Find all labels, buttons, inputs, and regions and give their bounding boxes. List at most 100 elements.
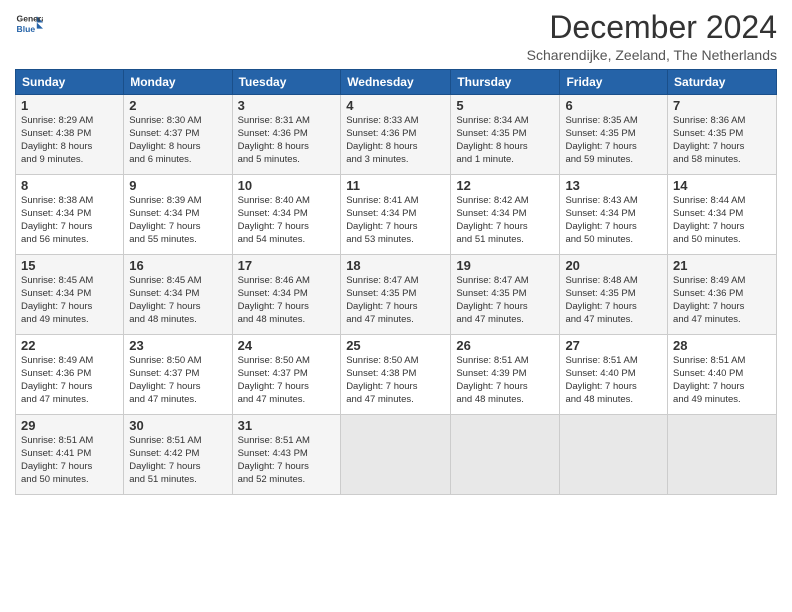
day-detail: Sunrise: 8:51 AMSunset: 4:39 PMDaylight:… [456,355,554,406]
day-number: 2 [129,98,226,113]
day-number: 15 [21,258,118,273]
calendar-body: 1 Sunrise: 8:29 AMSunset: 4:38 PMDaylight… [16,95,777,495]
day-number: 29 [21,418,118,433]
day-cell: 12Sunrise: 8:42 AMSunset: 4:34 PMDayligh… [451,175,560,255]
day-cell: 25 Sunrise: 8:50 AMSunset: 4:38 PMDayligh… [341,335,451,415]
day-detail: Sunrise: 8:44 AMSunset: 4:34 PMDaylight:… [673,195,771,246]
calendar-table: SundayMondayTuesdayWednesdayThursdayFrid… [15,69,777,495]
day-detail: Sunrise: 8:47 AMSunset: 4:35 PMDaylight:… [346,275,445,326]
day-cell: 23Sunrise: 8:50 AMSunset: 4:37 PMDayligh… [124,335,232,415]
day-cell: 24 Sunrise: 8:50 AMSunset: 4:37 PMDayligh… [232,335,341,415]
header-cell-thursday: Thursday [451,70,560,95]
day-detail: Sunrise: 8:42 AMSunset: 4:34 PMDaylight:… [456,195,554,246]
day-detail: Sunrise: 8:51 AMSunset: 4:43 PMDaylight:… [238,435,336,486]
day-cell: 20 Sunrise: 8:48 AMSunset: 4:35 PMDayligh… [560,255,668,335]
day-cell: 22Sunrise: 8:49 AMSunset: 4:36 PMDayligh… [16,335,124,415]
day-cell: 10Sunrise: 8:40 AMSunset: 4:34 PMDayligh… [232,175,341,255]
day-cell: 26 Sunrise: 8:51 AMSunset: 4:39 PMDayligh… [451,335,560,415]
day-cell: 7Sunrise: 8:36 AMSunset: 4:35 PMDaylight… [668,95,777,175]
week-row-3: 15 Sunrise: 8:45 AMSunset: 4:34 PMDayligh… [16,255,777,335]
day-cell: 18 Sunrise: 8:47 AMSunset: 4:35 PMDayligh… [341,255,451,335]
day-number: 18 [346,258,445,273]
logo-icon: General Blue [15,10,43,38]
day-detail: Sunrise: 8:45 AMSunset: 4:34 PMDaylight:… [129,275,226,326]
day-cell: 1 Sunrise: 8:29 AMSunset: 4:38 PMDaylight… [16,95,124,175]
day-detail: Sunrise: 8:50 AMSunset: 4:37 PMDaylight:… [238,355,336,406]
day-number: 1 [21,98,118,113]
day-detail: Sunrise: 8:51 AMSunset: 4:40 PMDaylight:… [673,355,771,406]
day-cell: 15 Sunrise: 8:45 AMSunset: 4:34 PMDayligh… [16,255,124,335]
day-cell: 8Sunrise: 8:38 AMSunset: 4:34 PMDaylight… [16,175,124,255]
header-cell-tuesday: Tuesday [232,70,341,95]
day-cell: 3 Sunrise: 8:31 AMSunset: 4:36 PMDaylight… [232,95,341,175]
calendar-header-row: SundayMondayTuesdayWednesdayThursdayFrid… [16,70,777,95]
day-cell: 9 Sunrise: 8:39 AMSunset: 4:34 PMDaylight… [124,175,232,255]
header-cell-wednesday: Wednesday [341,70,451,95]
header-cell-sunday: Sunday [16,70,124,95]
day-detail: Sunrise: 8:29 AMSunset: 4:38 PMDaylight:… [21,115,118,166]
day-number: 21 [673,258,771,273]
day-cell: 11Sunrise: 8:41 AMSunset: 4:34 PMDayligh… [341,175,451,255]
day-detail: Sunrise: 8:51 AMSunset: 4:40 PMDaylight:… [565,355,662,406]
week-row-2: 8Sunrise: 8:38 AMSunset: 4:34 PMDaylight… [16,175,777,255]
day-detail: Sunrise: 8:43 AMSunset: 4:34 PMDaylight:… [565,195,662,246]
day-cell: 14 Sunrise: 8:44 AMSunset: 4:34 PMDayligh… [668,175,777,255]
day-detail: Sunrise: 8:48 AMSunset: 4:35 PMDaylight:… [565,275,662,326]
week-row-5: 29 Sunrise: 8:51 AMSunset: 4:41 PMDayligh… [16,415,777,495]
day-number: 26 [456,338,554,353]
day-detail: Sunrise: 8:39 AMSunset: 4:34 PMDaylight:… [129,195,226,246]
day-detail: Sunrise: 8:31 AMSunset: 4:36 PMDaylight:… [238,115,336,166]
day-detail: Sunrise: 8:50 AMSunset: 4:37 PMDaylight:… [129,355,226,406]
day-number: 14 [673,178,771,193]
day-cell: 16Sunrise: 8:45 AMSunset: 4:34 PMDayligh… [124,255,232,335]
day-cell: 2 Sunrise: 8:30 AMSunset: 4:37 PMDaylight… [124,95,232,175]
header-cell-saturday: Saturday [668,70,777,95]
day-detail: Sunrise: 8:51 AMSunset: 4:42 PMDaylight:… [129,435,226,486]
day-cell: 4Sunrise: 8:33 AMSunset: 4:36 PMDaylight… [341,95,451,175]
month-title: December 2024 [527,10,777,45]
day-number: 24 [238,338,336,353]
day-number: 3 [238,98,336,113]
week-row-4: 22Sunrise: 8:49 AMSunset: 4:36 PMDayligh… [16,335,777,415]
page-container: General Blue December 2024 Scharendijke,… [0,0,792,505]
day-cell: 6Sunrise: 8:35 AMSunset: 4:35 PMDaylight… [560,95,668,175]
logo: General Blue [15,10,43,38]
day-detail: Sunrise: 8:34 AMSunset: 4:35 PMDaylight:… [456,115,554,166]
day-detail: Sunrise: 8:51 AMSunset: 4:41 PMDaylight:… [21,435,118,486]
week-row-1: 1 Sunrise: 8:29 AMSunset: 4:38 PMDaylight… [16,95,777,175]
header-cell-friday: Friday [560,70,668,95]
day-cell: 28 Sunrise: 8:51 AMSunset: 4:40 PMDayligh… [668,335,777,415]
day-cell [668,415,777,495]
day-detail: Sunrise: 8:46 AMSunset: 4:34 PMDaylight:… [238,275,336,326]
day-number: 11 [346,178,445,193]
day-number: 5 [456,98,554,113]
day-detail: Sunrise: 8:50 AMSunset: 4:38 PMDaylight:… [346,355,445,406]
day-detail: Sunrise: 8:30 AMSunset: 4:37 PMDaylight:… [129,115,226,166]
day-cell: 31Sunrise: 8:51 AMSunset: 4:43 PMDayligh… [232,415,341,495]
day-detail: Sunrise: 8:40 AMSunset: 4:34 PMDaylight:… [238,195,336,246]
day-number: 28 [673,338,771,353]
header: General Blue December 2024 Scharendijke,… [15,10,777,63]
day-cell [451,415,560,495]
day-cell [341,415,451,495]
day-number: 20 [565,258,662,273]
day-cell [560,415,668,495]
day-number: 27 [565,338,662,353]
day-detail: Sunrise: 8:33 AMSunset: 4:36 PMDaylight:… [346,115,445,166]
day-cell: 17Sunrise: 8:46 AMSunset: 4:34 PMDayligh… [232,255,341,335]
day-detail: Sunrise: 8:35 AMSunset: 4:35 PMDaylight:… [565,115,662,166]
day-number: 22 [21,338,118,353]
day-number: 19 [456,258,554,273]
day-number: 30 [129,418,226,433]
day-number: 25 [346,338,445,353]
day-number: 13 [565,178,662,193]
header-cell-monday: Monday [124,70,232,95]
day-number: 7 [673,98,771,113]
day-number: 9 [129,178,226,193]
day-cell: 30 Sunrise: 8:51 AMSunset: 4:42 PMDayligh… [124,415,232,495]
day-cell: 13 Sunrise: 8:43 AMSunset: 4:34 PMDayligh… [560,175,668,255]
day-detail: Sunrise: 8:47 AMSunset: 4:35 PMDaylight:… [456,275,554,326]
day-detail: Sunrise: 8:45 AMSunset: 4:34 PMDaylight:… [21,275,118,326]
day-cell: 5 Sunrise: 8:34 AMSunset: 4:35 PMDaylight… [451,95,560,175]
day-detail: Sunrise: 8:49 AMSunset: 4:36 PMDaylight:… [673,275,771,326]
